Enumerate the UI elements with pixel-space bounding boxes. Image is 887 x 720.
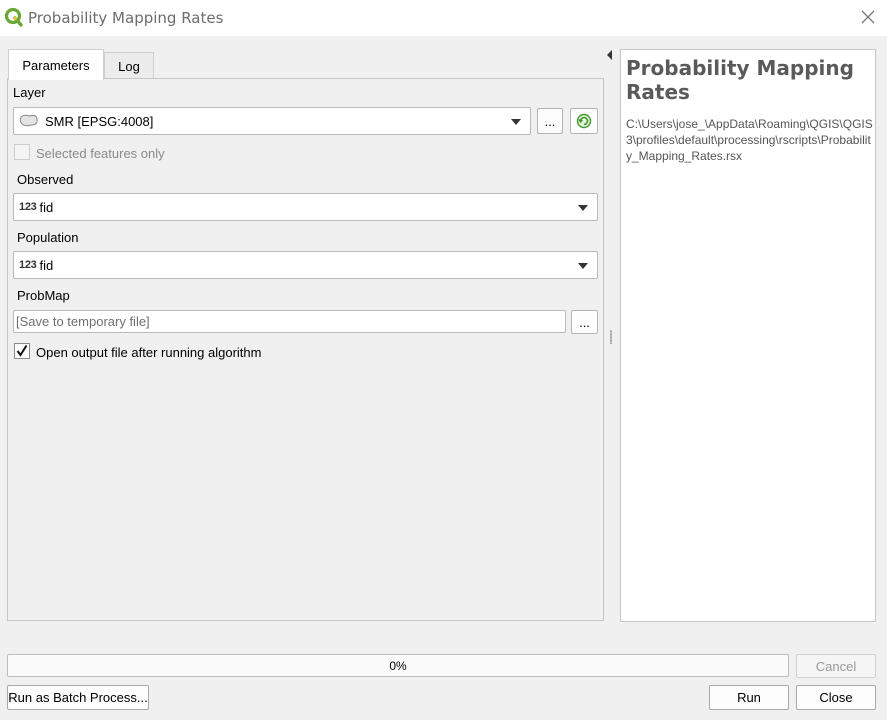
observed-label: Observed [17,172,74,187]
chevron-down-icon [578,205,588,211]
title-bar: Probability Mapping Rates [0,0,887,36]
selected-features-checkbox[interactable] [14,144,30,160]
layer-browse-label: ... [544,113,556,129]
cancel-label: Cancel [815,658,857,674]
probmap-browse-label: ... [579,314,590,330]
probmap-placeholder: [Save to temporary file] [16,314,150,329]
refresh-icon [576,113,592,129]
script-path: C:\Users\jose_\AppData\Roaming\QGIS\QGIS… [626,117,873,163]
run-label: Run [737,690,761,705]
probmap-browse-button[interactable]: ... [571,310,598,334]
population-label: Population [17,230,79,245]
parameters-panel: Layer SMR [EPSG:4008] ... Selected featu… [7,78,604,621]
batch-process-button[interactable]: Run as Batch Process... [7,685,149,710]
layer-label: Layer [13,85,46,100]
layer-browse-button[interactable]: ... [537,108,563,134]
open-output-checkbox[interactable] [14,343,30,359]
progress-label: 0% [389,658,407,673]
tab-parameters-label: Parameters [22,57,90,73]
numeric-field-icon: 123 [19,259,37,271]
checkmark-icon [16,344,28,357]
chevron-down-icon [511,119,521,125]
close-label: Close [819,690,853,705]
window-title: Probability Mapping Rates [28,9,224,27]
population-combo[interactable]: 123 fid [13,251,598,279]
iterate-button[interactable] [570,108,598,134]
numeric-field-icon: 123 [19,201,37,213]
help-title: Probability Mapping Rates [626,56,854,104]
batch-process-label: Run as Batch Process... [8,690,148,705]
layer-value: SMR [EPSG:4008] [45,113,154,129]
observed-combo[interactable]: 123 fid [13,193,598,221]
observed-value: fid [39,199,54,215]
probmap-label: ProbMap [17,288,70,303]
probmap-output-field[interactable]: [Save to temporary file] [13,310,566,333]
population-value: fid [39,257,54,273]
polygon-layer-icon [19,114,38,127]
run-button[interactable]: Run [709,685,789,710]
cancel-button[interactable]: Cancel [796,654,876,678]
help-panel: Probability Mapping Rates C:\Users\jose_… [620,49,876,622]
open-output-label: Open output file after running algorithm [36,345,262,360]
tab-parameters[interactable]: Parameters [8,49,104,80]
qgis-logo-icon [4,7,23,27]
selected-features-label: Selected features only [36,146,165,161]
close-button[interactable]: Close [796,685,876,710]
tab-log[interactable]: Log [104,52,154,79]
close-icon[interactable] [859,8,877,26]
progress-bar: 0% [7,654,789,677]
layer-combo[interactable]: SMR [EPSG:4008] [13,107,531,135]
collapse-help-icon[interactable] [607,50,612,60]
chevron-down-icon [578,263,588,269]
tab-log-label: Log [118,58,140,74]
splitter-handle[interactable] [610,330,612,344]
